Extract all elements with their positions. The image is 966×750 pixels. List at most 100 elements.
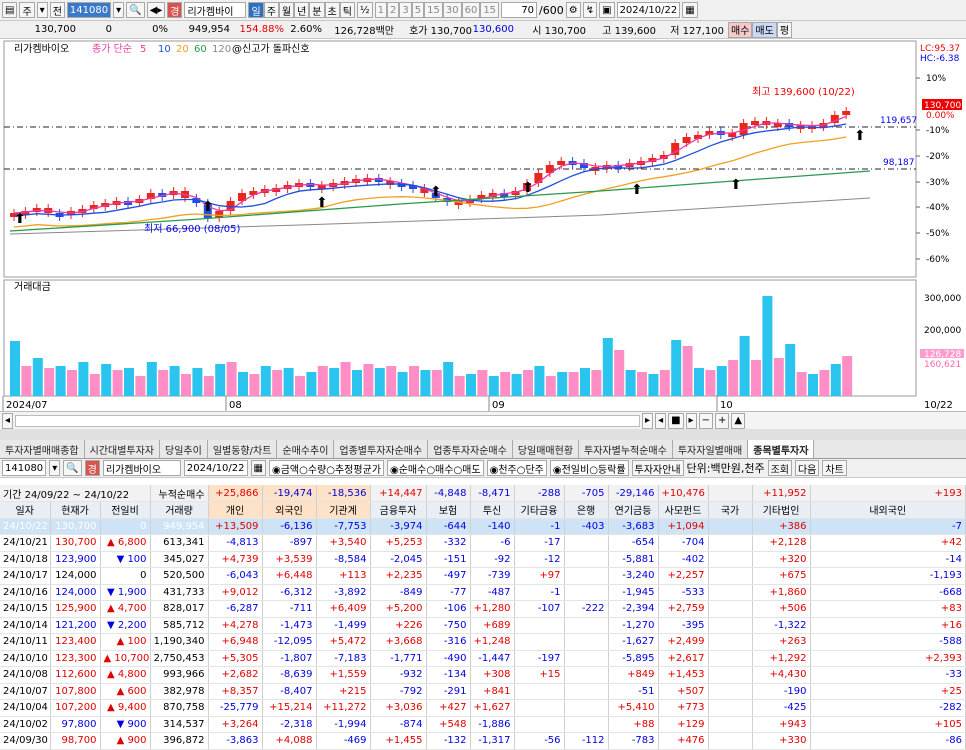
period-mode-select[interactable]: 주 <box>19 2 35 18</box>
radio-opts1-2[interactable]: ○추정평균가 <box>326 461 381 476</box>
column-header[interactable]: 은행 <box>564 501 609 519</box>
radio-opts2-1[interactable]: ○매수 <box>426 461 453 476</box>
tab-6[interactable]: 업종투자자순매수 <box>428 440 513 458</box>
period-6-button[interactable]: 틱 <box>339 2 355 18</box>
tab-8[interactable]: 투자자별누적순매수 <box>579 440 673 458</box>
tab-0[interactable]: 투자자별매매종합 <box>0 440 85 458</box>
speaker-icon[interactable]: ◀▸ <box>146 2 166 18</box>
column-header[interactable]: 개인 <box>208 501 263 519</box>
column-header[interactable]: 거래량 <box>150 501 209 519</box>
table-row[interactable]: 24/10/15 125,900 ▲ 4,700 828,017 -6,287 -711 +… <box>0 600 966 618</box>
tab-9[interactable]: 투자자일별매매 <box>673 440 749 458</box>
tab-4[interactable]: 순매수추이 <box>277 440 335 458</box>
radio-opts3-0[interactable]: ◉천주 <box>490 461 517 476</box>
search-icon[interactable]: 🔍 <box>126 2 145 18</box>
back-icon[interactable]: ◂ <box>655 412 667 429</box>
stock-code-input[interactable]: 141080 <box>66 2 112 18</box>
query-button[interactable]: 조회 <box>767 460 792 476</box>
forward-icon[interactable]: ▸ <box>685 412 697 429</box>
period-0-button[interactable]: 일 <box>248 2 264 18</box>
column-header[interactable]: 일자 <box>0 501 51 519</box>
search-icon[interactable]: 🔍 <box>63 460 82 476</box>
next-button[interactable]: 다음 <box>794 460 820 476</box>
half-icon[interactable]: ½ <box>356 2 373 18</box>
interval-15-button[interactable]: 15 <box>424 2 443 18</box>
expand-icon[interactable]: ▲ <box>731 412 746 429</box>
radio-opts1-1[interactable]: ○수량 <box>299 461 326 476</box>
interval-5-button[interactable]: 5 <box>411 2 425 18</box>
table-row[interactable]: 24/10/11 123,400 ▲ 100 1,190,340 +6,948 -12,0… <box>0 633 966 651</box>
tab-5[interactable]: 업종별투자자순매수 <box>334 440 429 458</box>
tab-1[interactable]: 시간대별투자자 <box>85 440 161 458</box>
splitter[interactable] <box>0 429 966 440</box>
table-row[interactable]: 24/10/02 97,800 ▼ 900 314,537 +3,264 -2,318 -1… <box>0 716 966 733</box>
table-row[interactable]: 24/10/17 124,000 0 520,500 -6,043 +6,448 +113 +… <box>0 567 966 585</box>
code-input[interactable]: 141080 <box>2 460 47 476</box>
interval-15-button[interactable]: 15 <box>480 2 500 18</box>
period-5-button[interactable]: 초 <box>324 2 340 18</box>
zoom-out-icon[interactable]: − <box>698 412 713 429</box>
tab-3[interactable]: 일별동향/차트 <box>208 440 278 458</box>
period-1-button[interactable]: 주 <box>263 2 279 18</box>
eval-button[interactable]: 평 <box>776 21 793 38</box>
column-header[interactable]: 국가 <box>708 501 753 519</box>
column-header[interactable]: 사모펀드 <box>658 501 709 519</box>
column-header[interactable]: 기관계 <box>316 501 371 519</box>
tool-icon[interactable]: ↯ <box>582 2 598 18</box>
date-input[interactable]: 2024/10/22 <box>616 2 681 18</box>
interval-60-button[interactable]: 60 <box>461 2 481 18</box>
radio-opts4-0[interactable]: ◉전일비 <box>553 461 589 476</box>
column-header[interactable]: 내외국인 <box>810 501 966 519</box>
period-range[interactable]: 기간 24/09/22 ~ 24/10/22 <box>0 485 151 502</box>
table-row[interactable]: 24/10/18 123,900 ▼ 100 345,027 +4,739 +3,539-… <box>0 551 966 568</box>
tab-7[interactable]: 당일매매현황 <box>513 440 580 458</box>
column-header[interactable]: 투신 <box>470 501 515 519</box>
stock-chart[interactable]: 리가켐바이오 종가 단순 5 10 20 60 120 @신고가 돌파신호 LC:95.37HC… <box>0 39 966 411</box>
scrollbar-track[interactable] <box>15 414 641 427</box>
table-row[interactable]: 24/10/07 107,800 ▲ 600 382,978 +8,357 -8,407 +… <box>0 683 966 700</box>
table-row[interactable]: 24/10/16 124,000 ▼ 1,900 431,733 +9,012 -6,31… <box>0 584 966 601</box>
date-input[interactable]: 2024/10/22 <box>183 460 248 476</box>
radio-opts4-1[interactable]: ○등락률 <box>589 461 625 476</box>
zoom-in-icon[interactable]: + <box>714 412 730 429</box>
radio-opts1-0[interactable]: ◉금액 <box>272 461 299 476</box>
settings-icon[interactable]: ⚙ <box>565 2 581 18</box>
radio-opts3-1[interactable]: ○단주 <box>517 461 544 476</box>
buy-button[interactable]: 매수 <box>728 21 753 38</box>
table-row[interactable]: 24/10/14 121,200 ▼ 2,200 585,712 +4,278 -1,47… <box>0 617 966 634</box>
column-header[interactable]: 기타금융 <box>514 501 565 519</box>
chevron-down-icon[interactable]: ▾ <box>49 460 61 476</box>
column-header[interactable]: 보험 <box>426 501 471 519</box>
stop-icon[interactable]: ■ <box>668 412 684 429</box>
table-row[interactable]: 24/10/22 130,700 0 949,954 +13,509 -6,136 -7,7… <box>0 518 966 535</box>
period-2-button[interactable]: 월 <box>278 2 295 18</box>
table-row[interactable]: 24/10/08 112,600 ▲ 4,800 993,966 +2,682 -8,63… <box>0 666 966 684</box>
interval-3-button[interactable]: 3 <box>399 2 412 18</box>
column-header[interactable]: 연기금등 <box>608 501 659 519</box>
period-4-button[interactable]: 분 <box>309 2 325 18</box>
prev-button[interactable]: 전 <box>49 2 65 18</box>
count-input[interactable]: 70 <box>501 2 538 18</box>
table-row[interactable]: 24/10/10 123,300 ▲ 10,700 2,750,453 +5,305 -1… <box>0 650 966 667</box>
radio-opts2-2[interactable]: ○매도 <box>453 461 480 476</box>
sell-button[interactable]: 매도 <box>752 21 777 38</box>
interval-30-button[interactable]: 30 <box>442 2 462 18</box>
menu-icon[interactable]: ▤ <box>2 2 18 18</box>
save-icon[interactable]: ▣ <box>599 2 615 18</box>
column-header[interactable]: 기타법인 <box>752 501 811 519</box>
period-3-button[interactable]: 년 <box>294 2 310 18</box>
table-row[interactable]: 24/10/04 107,200 ▲ 9,400 870,758 -25,779 +15,… <box>0 699 966 717</box>
column-header[interactable]: 외국인 <box>262 501 317 519</box>
table-row[interactable]: 24/10/21 130,700 ▲ 6,800 613,341 -4,813 -897 +… <box>0 534 966 552</box>
calendar-icon[interactable]: ▦ <box>682 2 698 18</box>
column-header[interactable]: 금융투자 <box>370 501 427 519</box>
tab-10[interactable]: 종목별투자자 <box>748 440 815 458</box>
interval-1-button[interactable]: 1 <box>374 2 387 18</box>
investor-info-button[interactable]: 투자자안내 <box>631 460 684 476</box>
interval-2-button[interactable]: 2 <box>386 2 400 18</box>
calendar-icon[interactable]: ▦ <box>250 460 266 476</box>
chart-button[interactable]: 차트 <box>822 460 847 476</box>
column-header[interactable]: 전일비 <box>100 501 151 519</box>
tab-2[interactable]: 당일추이 <box>160 440 208 458</box>
radio-opts2-0[interactable]: ◉순매수 <box>390 461 426 476</box>
